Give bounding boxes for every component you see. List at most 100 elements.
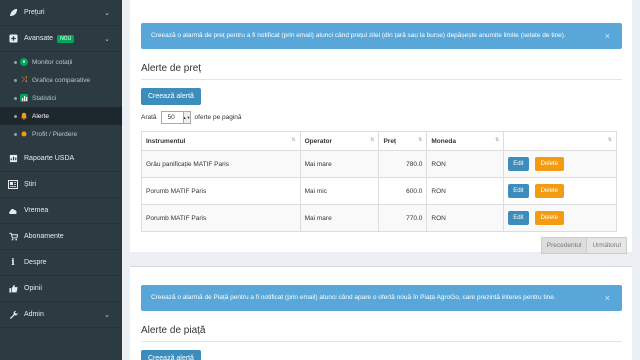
sidebar-item-avansate[interactable]: Avansate NOU ⌄: [0, 26, 122, 52]
sidebar-item-label: Vremea: [24, 207, 49, 214]
pagination: Precedentul Următorul: [540, 237, 627, 254]
sort-icon: ⇅: [495, 137, 500, 143]
cell-currency: RON: [426, 150, 505, 178]
plus-square-icon: [8, 34, 18, 44]
column-header-label: Moneda: [431, 137, 456, 145]
sidebar-item-label: Admin: [24, 311, 44, 318]
cell-actions: Edit Delete: [503, 150, 617, 178]
column-header-price[interactable]: Preț ⇅: [378, 131, 428, 151]
previous-page-button[interactable]: Precedentul: [540, 237, 588, 254]
close-icon[interactable]: ×: [605, 31, 610, 41]
main-content: Creează o alarmă de preț pentru a fi not…: [122, 0, 640, 360]
close-icon[interactable]: ×: [605, 293, 610, 303]
sidebar-item-label: Opinii: [24, 285, 42, 292]
column-header-actions[interactable]: ⇅: [503, 131, 617, 151]
cell-operator: Mai mare: [299, 204, 380, 232]
page-length-select[interactable]: 50 ▲▼: [160, 111, 191, 124]
sidebar-item-despre[interactable]: i Despre: [0, 250, 122, 276]
cell-price: 600.0: [378, 177, 428, 205]
cell-instrument: Porumb MATIF Paris: [141, 177, 301, 205]
bar-chart-icon: [20, 94, 28, 102]
cell-currency: RON: [426, 204, 505, 232]
sidebar-item-label: Știri: [24, 181, 37, 188]
chevron-down-icon: ⌄: [104, 35, 110, 43]
cart-icon: [8, 232, 18, 242]
sidebar-subitem-label: Statistici: [32, 94, 57, 102]
sidebar-subitem-grafice[interactable]: ⤨ Grafice comparative: [0, 71, 122, 89]
bullet-icon: [14, 96, 17, 100]
report-icon: [8, 154, 18, 164]
page-length-value: 50: [167, 114, 175, 121]
cell-actions: Edit Delete: [503, 204, 617, 232]
sidebar-subitem-monitor[interactable]: ● Monitor cotații: [0, 53, 122, 71]
cell-operator: Mai mic: [299, 177, 380, 205]
cell-operator: Mai mare: [299, 150, 380, 178]
bullet-icon: [14, 60, 17, 64]
sort-icon: ⇅: [418, 137, 423, 143]
sidebar-subitem-label: Grafice comparative: [32, 76, 91, 84]
column-header-label: Operator: [304, 137, 333, 145]
sidebar-subitem-statistici[interactable]: Statistici: [0, 89, 122, 107]
sidebar-item-label: Rapoarte USDA: [24, 155, 75, 162]
sidebar-item-stiri[interactable]: Știri: [0, 172, 122, 198]
new-badge: NOU: [57, 34, 75, 43]
length-suffix: oferte pe pagină: [194, 114, 242, 121]
column-header-currency[interactable]: Moneda ⇅: [426, 131, 505, 151]
bell-icon: [20, 112, 28, 120]
column-header-operator[interactable]: Operator ⇅: [299, 131, 380, 151]
sidebar-subitem-label: Alerte: [32, 112, 49, 120]
delete-button[interactable]: Delete: [534, 184, 564, 198]
sidebar-item-rapoarte[interactable]: Rapoarte USDA: [0, 146, 122, 172]
sidebar-subitem-alerte[interactable]: Alerte: [0, 107, 122, 125]
sidebar-item-admin[interactable]: Admin ⌄: [0, 302, 122, 328]
select-arrows-icon: ▲▼: [182, 112, 191, 123]
sidebar-subitem-label: Monitor cotații: [32, 58, 73, 66]
edit-button[interactable]: Edit: [508, 211, 529, 225]
table-row: Porumb MATIF Paris Mai mare 770.0 RON Ed…: [141, 204, 617, 232]
cell-price: 770.0: [378, 204, 428, 232]
bullet-icon: [14, 132, 17, 136]
delete-button[interactable]: Delete: [534, 211, 564, 225]
create-alert-button[interactable]: Creează alertă: [141, 88, 201, 105]
sidebar-item-preturi[interactable]: Prețuri ⌄: [0, 0, 122, 26]
cell-currency: RON: [426, 177, 505, 205]
chevron-down-icon: ⌄: [104, 9, 110, 17]
info-alert-text: Creează o alarmă de preț pentru a fi not…: [151, 32, 566, 39]
monitor-icon: ●: [20, 58, 28, 66]
next-page-button[interactable]: Următorul: [587, 237, 627, 254]
cell-instrument: Porumb MATIF Paris: [141, 204, 301, 232]
delete-button[interactable]: Delete: [534, 157, 564, 171]
bullet-icon: [14, 78, 17, 82]
sidebar-item-vremea[interactable]: Vremea: [0, 198, 122, 224]
alerts-table: Instrumentul ⇅ Operator ⇅ Preț ⇅ Moneda ⇅ ⇅ …: [141, 131, 617, 232]
sort-icon: ⇅: [607, 137, 612, 143]
sidebar-item-label: Despre: [24, 259, 47, 266]
section-title: Alerte de preț: [141, 63, 622, 80]
sidebar-subitem-profit[interactable]: Profit / Pierdere: [0, 125, 122, 143]
cloud-icon: [8, 206, 18, 216]
sidebar-item-label: Prețuri: [24, 9, 45, 16]
edit-button[interactable]: Edit: [508, 157, 529, 171]
column-header-label: Preț: [383, 137, 397, 145]
wrench-icon: [8, 310, 18, 320]
info-alert-text: Creează o alarmă de Piață pentru a fi no…: [151, 294, 556, 301]
edit-button[interactable]: Edit: [508, 184, 529, 198]
shuffle-icon: ⤨: [20, 75, 28, 84]
chevron-down-icon: ⌄: [104, 311, 110, 319]
sidebar-item-label: Abonamente: [24, 233, 64, 240]
sidebar-subitem-label: Profit / Pierdere: [32, 130, 78, 138]
column-header-label: Instrumentul: [146, 137, 186, 145]
sort-icon: ⇅: [370, 137, 375, 143]
sidebar-item-label: Avansate: [24, 35, 54, 42]
sidebar: Prețuri ⌄ Avansate NOU ⌄ ● Monitor cotaț…: [0, 0, 122, 360]
column-header-instrument[interactable]: Instrumentul ⇅: [141, 131, 301, 151]
table-row: Porumb MATIF Paris Mai mic 600.0 RON Edi…: [141, 177, 617, 205]
sidebar-item-abonamente[interactable]: Abonamente: [0, 224, 122, 250]
newspaper-icon: [8, 180, 18, 190]
cell-actions: Edit Delete: [503, 177, 617, 205]
info-alert: Creează o alarmă de preț pentru a fi not…: [141, 23, 622, 49]
create-alert-button[interactable]: Creează alertă: [141, 350, 201, 360]
market-alerts-box: Creează o alarmă de Piață pentru a fi no…: [130, 266, 632, 360]
sidebar-item-opinii[interactable]: Opinii: [0, 276, 122, 302]
thumbs-up-icon: [8, 284, 18, 294]
